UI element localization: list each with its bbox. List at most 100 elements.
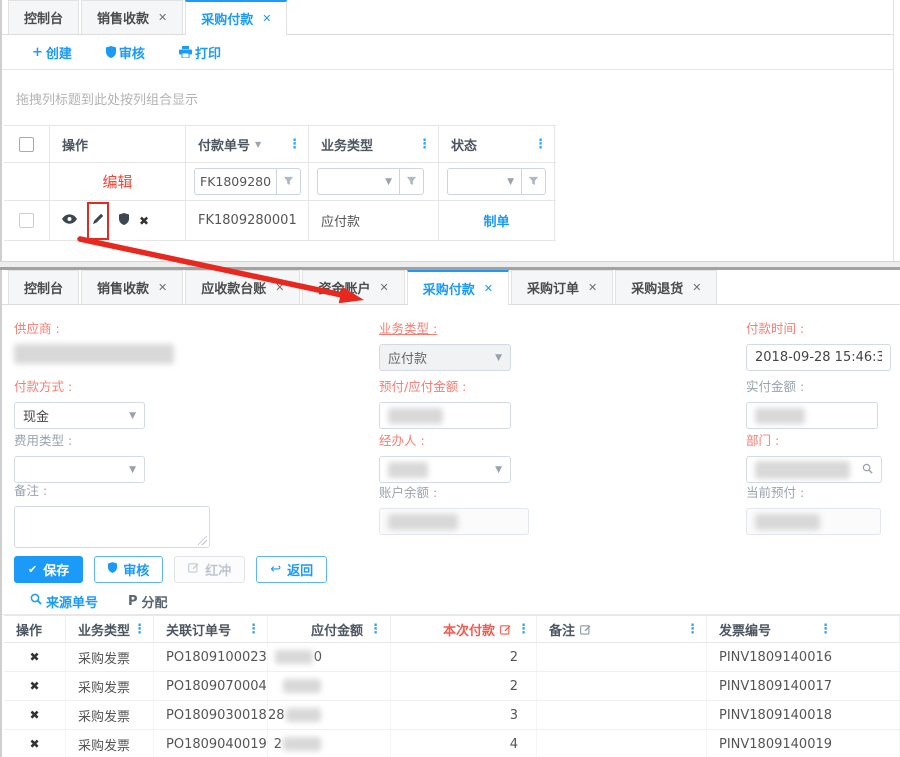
col-payable[interactable]: 应付金额 ⋮ bbox=[268, 616, 391, 642]
column-menu-icon[interactable]: ⋮ bbox=[534, 137, 547, 152]
close-icon[interactable]: ✕ bbox=[275, 281, 284, 294]
tab-label: 控制台 bbox=[24, 278, 63, 297]
select-all-checkbox[interactable] bbox=[19, 137, 34, 152]
column-menu-icon[interactable]: ⋮ bbox=[288, 137, 301, 152]
tab-sales-receipt[interactable]: 销售收款 ✕ bbox=[81, 270, 183, 304]
tab-purchase-order[interactable]: 采购订单 ✕ bbox=[511, 270, 613, 304]
column-menu-icon[interactable]: ⋮ bbox=[819, 622, 832, 637]
close-icon[interactable]: ✕ bbox=[692, 281, 701, 294]
pay-method-select[interactable]: 现金 ▼ bbox=[14, 402, 145, 429]
tab-receivable-ledger[interactable]: 应收款台账 ✕ bbox=[185, 270, 300, 304]
subtab-label: 分配 bbox=[142, 592, 168, 611]
resize-handle[interactable] bbox=[198, 536, 207, 545]
tab-fund-account[interactable]: 资金账户 ✕ bbox=[302, 270, 404, 304]
chevron-down-icon: ▼ bbox=[129, 465, 136, 475]
tab-console[interactable]: 控制台 bbox=[8, 270, 79, 304]
audit-label: 审核 bbox=[119, 43, 145, 62]
print-button[interactable]: 打印 bbox=[179, 43, 221, 62]
close-icon[interactable]: ✕ bbox=[158, 281, 167, 294]
close-icon[interactable]: ✕ bbox=[588, 281, 597, 294]
create-label: 创建 bbox=[46, 43, 72, 62]
filter-status-select[interactable]: ▼ bbox=[447, 168, 521, 195]
this-pay-cell[interactable]: 3 bbox=[391, 701, 537, 729]
col-this-pay[interactable]: 本次付款 ⋮ bbox=[391, 616, 537, 642]
column-menu-icon[interactable]: ⋮ bbox=[247, 622, 260, 637]
subtab-allocation[interactable]: P 分配 bbox=[128, 588, 168, 614]
close-icon[interactable]: ✕ bbox=[158, 11, 167, 24]
filter-payment-no-input[interactable] bbox=[194, 168, 276, 195]
actual-amount-input[interactable] bbox=[746, 402, 878, 429]
delete-icon[interactable]: ✖ bbox=[139, 214, 149, 228]
column-menu-icon[interactable]: ⋮ bbox=[369, 622, 382, 637]
remove-row-icon[interactable]: ✖ bbox=[29, 679, 39, 693]
filter-funnel-button[interactable] bbox=[399, 168, 424, 195]
view-icon[interactable] bbox=[62, 213, 77, 228]
subtab-source-orders[interactable]: 来源单号 bbox=[30, 588, 98, 614]
col-order-no[interactable]: 关联订单号 ⋮ bbox=[154, 616, 268, 642]
tab-purchase-payment[interactable]: 采购付款 ✕ bbox=[185, 0, 287, 35]
remove-row-icon[interactable]: ✖ bbox=[29, 650, 39, 664]
fee-type-field: 费用类型 : ▼ bbox=[14, 430, 145, 483]
fee-type-select[interactable]: ▼ bbox=[14, 456, 145, 483]
department-label: 部门 : bbox=[746, 430, 882, 449]
filter-funnel-button[interactable] bbox=[521, 168, 546, 195]
audit-button[interactable]: 审核 bbox=[106, 43, 145, 62]
tab-console[interactable]: 控制台 bbox=[8, 0, 79, 34]
close-icon[interactable]: ✕ bbox=[380, 281, 389, 294]
tab-label: 采购付款 bbox=[423, 279, 475, 298]
agent-select[interactable]: ▼ bbox=[379, 456, 511, 483]
remove-row-icon[interactable]: ✖ bbox=[29, 737, 39, 751]
column-menu-icon[interactable]: ⋮ bbox=[686, 622, 699, 637]
remark-cell[interactable] bbox=[537, 730, 707, 757]
col-status[interactable]: 状态 ⋮ bbox=[439, 126, 555, 162]
chevron-down-icon: ▼ bbox=[495, 465, 502, 475]
col-biz-type[interactable]: 业务类型 ⋮ bbox=[309, 126, 439, 162]
this-pay-cell[interactable]: 2 bbox=[391, 643, 537, 671]
remark-cell[interactable] bbox=[537, 643, 707, 671]
row-checkbox[interactable] bbox=[19, 213, 34, 228]
current-prepay-value bbox=[746, 508, 881, 535]
current-prepay-label: 当前预付 : bbox=[746, 482, 881, 501]
redacted-amount bbox=[283, 737, 321, 751]
payments-grid-header: 操作 付款单号 ▼ ⋮ 业务类型 ⋮ 状态 ⋮ bbox=[4, 126, 556, 163]
filter-funnel-button[interactable] bbox=[276, 168, 301, 195]
this-pay-cell[interactable]: 4 bbox=[391, 730, 537, 757]
col-biz-type[interactable]: 业务类型 ⋮ bbox=[66, 616, 154, 642]
biz-type-select[interactable]: 应付款 ▼ bbox=[379, 344, 511, 371]
remark-label: 备注 : bbox=[14, 480, 210, 499]
supplier-field: 供应商 : bbox=[14, 318, 174, 368]
close-icon[interactable]: ✕ bbox=[262, 12, 271, 25]
save-label: 保存 bbox=[43, 560, 69, 579]
this-pay-cell[interactable]: 2 bbox=[391, 672, 537, 700]
back-button[interactable]: ↩ 返回 bbox=[256, 556, 327, 583]
column-menu-icon[interactable]: ⋮ bbox=[517, 622, 530, 637]
pay-time-input[interactable] bbox=[755, 345, 882, 370]
col-invoice-no[interactable]: 发票编号 ⋮ bbox=[707, 616, 900, 642]
save-button[interactable]: ✔ 保存 bbox=[14, 556, 83, 583]
remark-cell[interactable] bbox=[537, 672, 707, 700]
department-input[interactable] bbox=[746, 456, 882, 483]
tab-purchase-return[interactable]: 采购退货 ✕ bbox=[615, 270, 717, 304]
edit-pencil-icon[interactable] bbox=[92, 213, 104, 229]
audit-button[interactable]: 审核 bbox=[94, 556, 163, 583]
remove-row-icon[interactable]: ✖ bbox=[29, 708, 39, 722]
prepay-amount-input[interactable] bbox=[379, 402, 511, 429]
filter-biz-type-select[interactable]: ▼ bbox=[317, 168, 399, 195]
create-button[interactable]: + 创建 bbox=[32, 43, 72, 62]
col-remark[interactable]: 备注 ⋮ bbox=[537, 616, 707, 642]
column-menu-icon[interactable]: ⋮ bbox=[418, 137, 431, 152]
tab-label: 销售收款 bbox=[97, 8, 149, 27]
column-menu-icon[interactable]: ⋮ bbox=[133, 622, 146, 637]
remark-textarea[interactable] bbox=[14, 506, 210, 548]
magnifier-icon[interactable] bbox=[862, 463, 873, 477]
redacted-prepay-value bbox=[755, 514, 820, 530]
tab-sales-receipt[interactable]: 销售收款 ✕ bbox=[81, 0, 183, 34]
col-payment-no[interactable]: 付款单号 ▼ ⋮ bbox=[186, 126, 309, 162]
close-icon[interactable]: ✕ bbox=[484, 282, 493, 295]
remark-cell[interactable] bbox=[537, 701, 707, 729]
status-link[interactable]: 制单 bbox=[483, 211, 509, 230]
tab-purchase-payment[interactable]: 采购付款 ✕ bbox=[407, 270, 509, 305]
audit-shield-icon[interactable] bbox=[119, 213, 129, 229]
bottom-window: 控制台 销售收款 ✕ 应收款台账 ✕ 资金账户 ✕ 采购付款 ✕ 采购订单 ✕ … bbox=[0, 270, 900, 757]
source-orders-grid: 操作 业务类型 ⋮ 关联订单号 ⋮ 应付金额 ⋮ 本次付款 ⋮ 备注 bbox=[4, 615, 900, 757]
